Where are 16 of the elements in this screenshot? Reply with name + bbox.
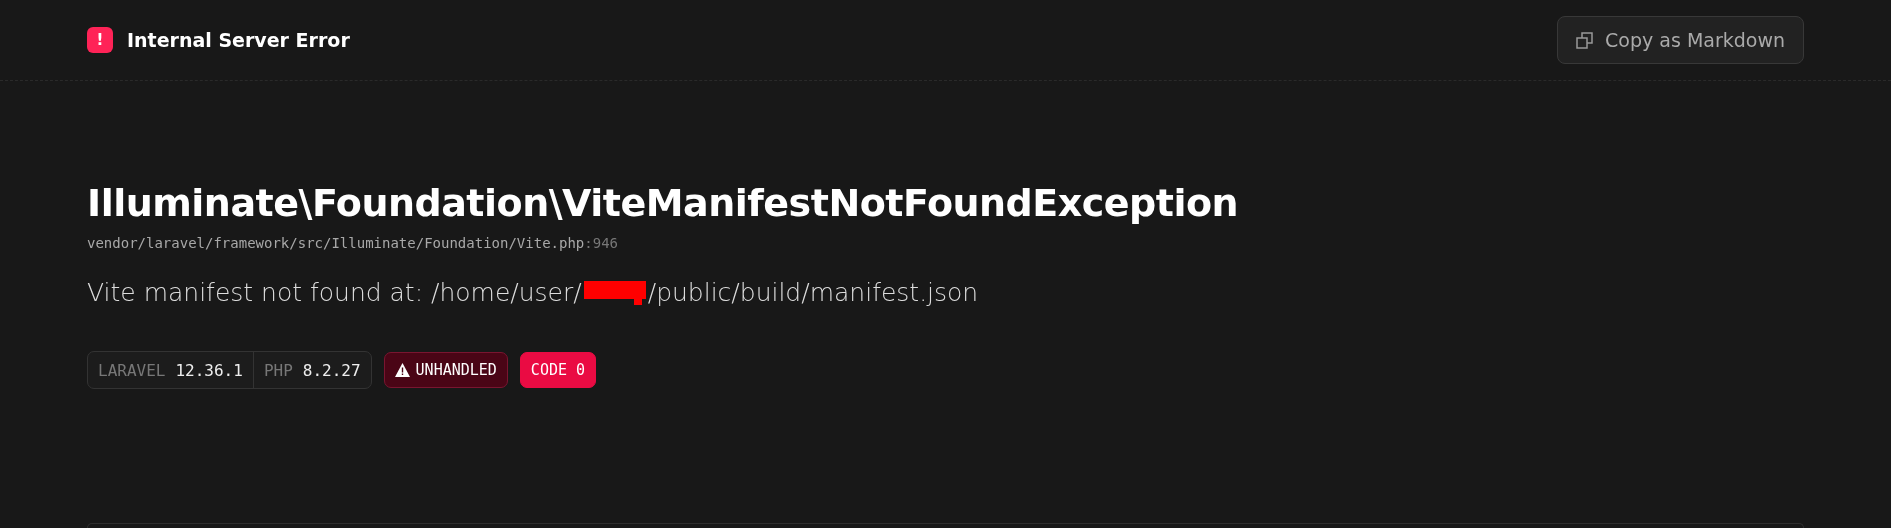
copy-icon (1576, 31, 1594, 49)
error-message: /public/build/manifest.json (647, 277, 979, 307)
file-path: vendor/laravel/framework/src/Illuminate/Foundation/Vite.php (87, 235, 585, 251)
copy-markdown-button[interactable]: Copy as Markdown (1557, 16, 1804, 64)
version-number: 8.2.27 (302, 360, 361, 380)
unhandled-tag: UNHANDLED (383, 352, 508, 388)
version-label: LARAVEL (98, 360, 166, 380)
error-badge: ! (87, 27, 113, 53)
line-number: :946 (584, 235, 618, 251)
code-tag: CODE 0 (519, 352, 597, 388)
warning-icon (394, 363, 410, 377)
error-message: Vite manifest not found at: /home/user/ (87, 277, 582, 307)
version-label: PHP (263, 360, 293, 380)
exception-title: Illuminate\Foundation\ViteManifestNotFoundException (87, 181, 1240, 225)
page-title: Internal Server Error (127, 29, 350, 51)
version-number: 12.36.1 (175, 360, 243, 380)
